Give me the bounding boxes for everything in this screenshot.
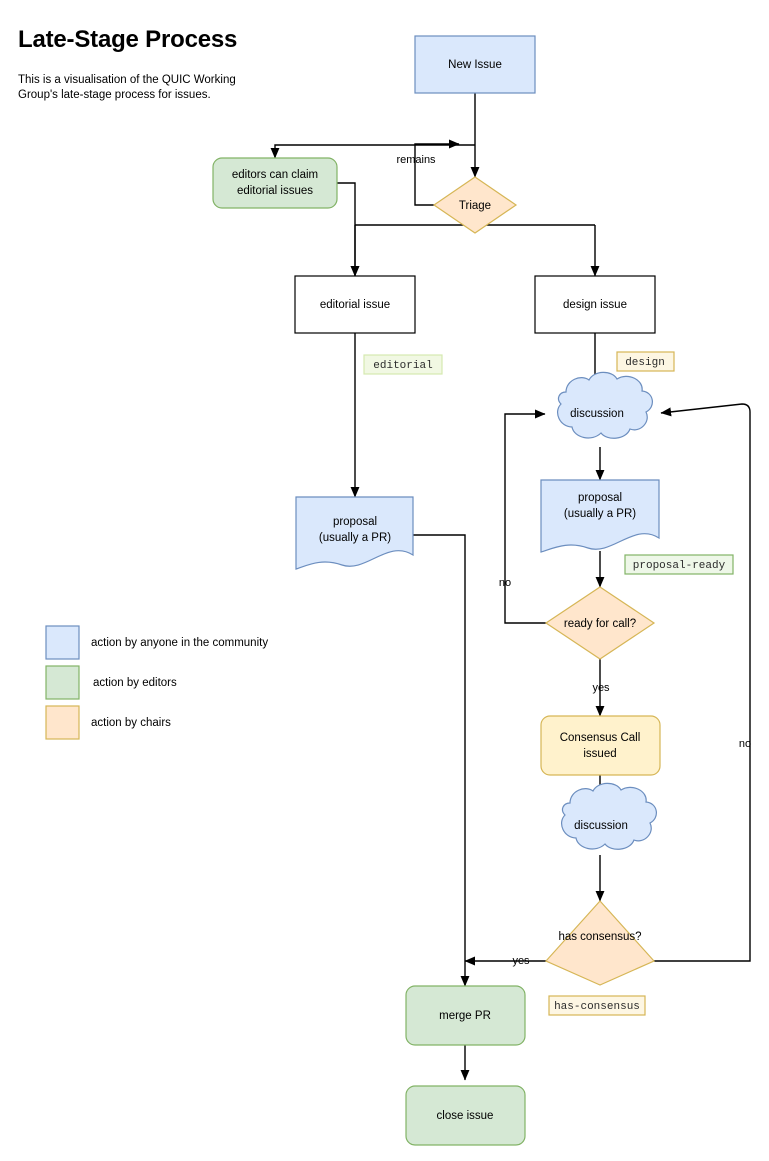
node-proposal-left-label-1: proposal <box>333 516 377 528</box>
node-discussion-top[interactable]: discussion <box>557 371 653 439</box>
edges-layer <box>270 93 751 1081</box>
legend-item-community: action by anyone in the community <box>45 625 268 660</box>
node-discussion-bottom[interactable]: discussion <box>561 782 657 850</box>
edge-readyforcall-no <box>504 409 546 624</box>
node-consensus-call-label-2: issued <box>583 748 616 760</box>
node-discussion-bottom-label: discussion <box>574 820 628 832</box>
tag-proposal-ready: proposal-ready <box>624 554 734 575</box>
legend-label-chairs: action by chairs <box>91 717 171 729</box>
tag-editorial: editorial <box>363 354 443 375</box>
node-editors-can-claim-label-2: editorial issues <box>237 185 313 197</box>
flowchart-page: Late-Stage Process This is a visualisati… <box>0 0 769 1161</box>
node-new-issue-label: New Issue <box>448 59 502 71</box>
edge-split-to-editors <box>270 144 475 159</box>
legend: action by anyone in the community action… <box>45 625 268 740</box>
node-design-issue[interactable]: design issue <box>534 275 656 334</box>
node-discussion-top-label: discussion <box>570 408 624 420</box>
edge-label-yes-consensus: yes <box>512 955 530 967</box>
node-ready-for-call-label: ready for call? <box>564 618 636 630</box>
edge-label-no-consensus: no <box>739 738 751 750</box>
node-proposal-left[interactable]: proposal (usually a PR) <box>295 496 414 570</box>
tag-editorial-text: editorial <box>373 360 432 372</box>
tag-proposal-ready-text: proposal-ready <box>633 560 726 572</box>
tag-design: design <box>616 351 675 372</box>
node-triage-label: Triage <box>459 200 491 212</box>
node-editorial-issue[interactable]: editorial issue <box>294 275 416 334</box>
legend-label-editors: action by editors <box>93 677 177 689</box>
tag-has-consensus-text: has-consensus <box>554 1001 640 1013</box>
node-close-issue-label: close issue <box>437 1110 494 1122</box>
flowchart-canvas: New Issue editors can claim editorial is… <box>45 35 751 1146</box>
node-merge-pr[interactable]: merge PR <box>405 985 526 1046</box>
edge-proposal-left-to-merge <box>413 534 470 987</box>
tag-has-consensus: has-consensus <box>548 995 646 1016</box>
edge-hasconsensus-no <box>654 403 751 962</box>
node-editors-can-claim[interactable]: editors can claim editorial issues <box>212 157 338 209</box>
node-proposal-right[interactable]: proposal (usually a PR) <box>540 479 660 553</box>
node-has-consensus-label: has consensus? <box>558 931 641 943</box>
edge-editors-to-editorial <box>337 182 360 277</box>
node-editorial-issue-label: editorial issue <box>320 299 390 311</box>
node-proposal-right-label-2: (usually a PR) <box>564 508 636 520</box>
node-proposal-right-label-1: proposal <box>578 492 622 504</box>
edge-label-no-ready: no <box>499 577 511 589</box>
node-proposal-left-label-2: (usually a PR) <box>319 532 391 544</box>
tag-design-text: design <box>625 357 665 369</box>
node-close-issue[interactable]: close issue <box>405 1085 526 1146</box>
legend-item-editors: action by editors <box>45 665 177 700</box>
legend-swatch-editors <box>45 665 80 700</box>
node-new-issue[interactable]: New Issue <box>414 35 536 94</box>
node-editors-can-claim-label-1: editors can claim <box>232 169 318 181</box>
node-consensus-call-label-1: Consensus Call <box>560 732 641 744</box>
node-ready-for-call[interactable]: ready for call? <box>544 586 656 660</box>
legend-swatch-community <box>45 625 80 660</box>
node-design-issue-label: design issue <box>563 299 627 311</box>
legend-swatch-chairs <box>45 705 80 740</box>
edge-label-yes-ready: yes <box>592 682 610 694</box>
node-consensus-call[interactable]: Consensus Call issued <box>540 715 661 776</box>
legend-label-community: action by anyone in the community <box>91 637 268 649</box>
legend-item-chairs: action by chairs <box>45 705 171 740</box>
node-merge-pr-label: merge PR <box>439 1010 491 1022</box>
node-has-consensus[interactable]: has consensus? <box>545 900 655 986</box>
edge-label-remains: remains <box>396 154 436 166</box>
